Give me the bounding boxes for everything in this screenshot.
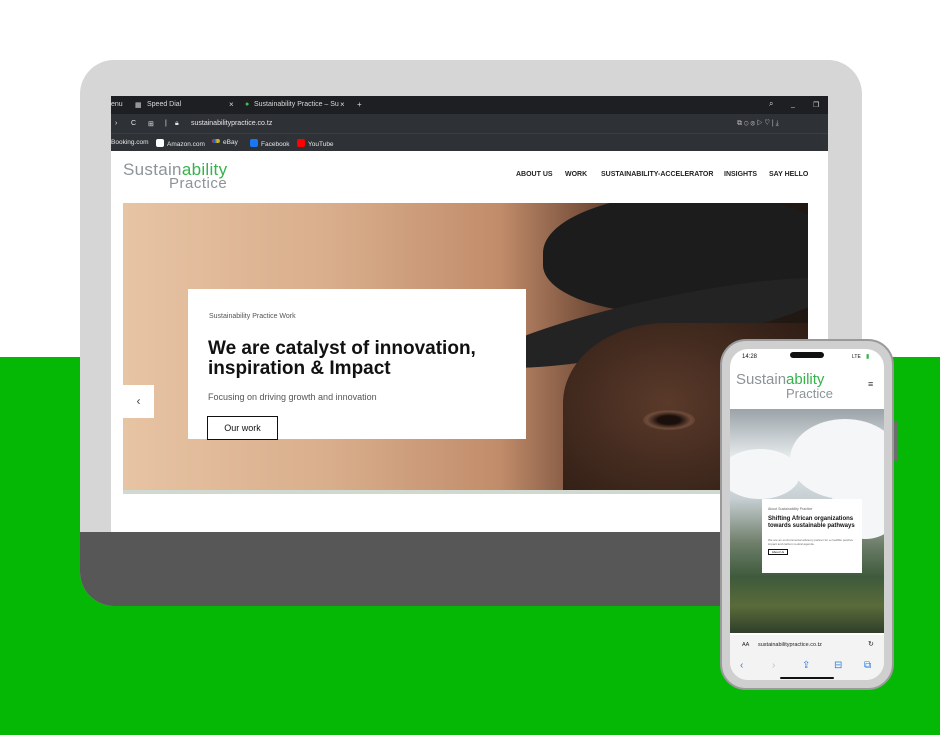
nav-about-us[interactable]: ABOUT US: [516, 171, 553, 178]
our-work-button[interactable]: Our work: [207, 416, 278, 440]
tab-sustainability-practice[interactable]: Sustainability Practice – Su: [254, 101, 339, 108]
tab-speed-dial[interactable]: Speed Dial: [147, 101, 181, 108]
lock-icon: 🔒︎: [175, 120, 179, 127]
phone-signal: LTE: [852, 354, 861, 360]
address-divider: |: [165, 120, 167, 127]
hamburger-menu-icon[interactable]: ≡: [868, 379, 873, 389]
search-icon[interactable]: ⌕: [769, 99, 773, 109]
phone-hero-card: About Sustainability Practice Shifting A…: [762, 499, 862, 573]
active-tab-close-icon[interactable]: ×: [340, 100, 345, 109]
nav-sustainability-accelerator[interactable]: SUSTAINABILITY-ACCELERATOR: [601, 171, 713, 178]
carousel-prev-button[interactable]: ‹: [123, 385, 154, 418]
minimize-icon[interactable]: _: [791, 101, 795, 108]
phone-url-field[interactable]: sustainabilitypractice.co.tz: [758, 642, 822, 648]
bookmark-youtube[interactable]: YouTube: [297, 139, 334, 148]
restore-window-icon[interactable]: ❐: [813, 101, 819, 109]
sustainability-tab-favicon: ●: [245, 101, 250, 108]
phone-tabs-icon[interactable]: ⧉: [864, 660, 871, 671]
phone-card-subtext: We are an environmental advisory partner…: [768, 538, 853, 546]
bookmarks-bar: Booking.com Amazon.com eBay Facebook You…: [111, 133, 828, 151]
phone-back-icon[interactable]: ‹: [740, 660, 743, 671]
phone-side-button: [894, 421, 898, 461]
facebook-icon: [250, 139, 258, 147]
phone-home-indicator: [780, 677, 834, 679]
amazon-icon: [156, 139, 164, 147]
nav-work[interactable]: WORK: [565, 171, 587, 178]
extension-icons[interactable]: ⧉ ⊙ ⊗ ▷ ♡ | ⤓: [737, 120, 779, 128]
forward-icon[interactable]: ›: [115, 120, 117, 127]
phone-card-kicker: About Sustainability Practice: [768, 507, 813, 511]
hero-kicker: Sustainability Practice Work: [209, 313, 296, 320]
phone-notch: [790, 352, 824, 358]
phone-frame: 14:28 LTE ▮ Sustainability Practice ≡ Ab…: [720, 339, 898, 690]
reload-icon[interactable]: C: [131, 120, 136, 127]
phone-share-icon[interactable]: ⇪: [802, 660, 810, 671]
ebay-icon: [212, 139, 220, 143]
bookmark-amazon[interactable]: Amazon.com: [156, 139, 205, 148]
bookmark-booking[interactable]: Booking.com: [111, 139, 149, 146]
bookmark-ebay[interactable]: eBay: [212, 139, 238, 146]
hero-eye-shape: [643, 410, 695, 430]
hero-card: Sustainability Practice Work We are cata…: [188, 289, 526, 440]
text-size-button[interactable]: AA: [742, 642, 749, 648]
nav-insights[interactable]: INSIGHTS: [724, 171, 757, 178]
bookmark-facebook[interactable]: Facebook: [250, 139, 290, 148]
hero-bottom-rule: [123, 490, 808, 494]
nav-say-hello[interactable]: SAY HELLO: [769, 171, 808, 178]
phone-url-bar: AA sustainabilitypractice.co.tz ↻: [730, 635, 884, 655]
phone-site-logo-practice[interactable]: Practice: [786, 386, 833, 401]
speed-dial-icon: ▦: [135, 102, 142, 109]
about-us-button[interactable]: About Us: [768, 549, 788, 555]
hero-headline: We are catalyst of innovation, inspirati…: [208, 338, 476, 379]
browser-tab-bar: enu ▦ Speed Dial × ● Sustainability Prac…: [111, 96, 828, 114]
hero-subtext: Focusing on driving growth and innovatio…: [208, 392, 377, 402]
phone-bookmarks-icon[interactable]: ⊟: [834, 660, 842, 671]
tab-menu[interactable]: enu: [111, 101, 123, 108]
battery-icon: ▮: [866, 354, 870, 360]
tab-close-icon[interactable]: ×: [229, 100, 234, 109]
site-logo-practice[interactable]: Practice: [169, 175, 227, 192]
mockup-stage: enu ▦ Speed Dial × ● Sustainability Prac…: [0, 0, 940, 735]
youtube-icon: [297, 139, 305, 147]
new-tab-button[interactable]: +: [357, 100, 362, 109]
grid-icon[interactable]: ⊞: [148, 120, 154, 128]
phone-status-bar: 14:28 LTE ▮: [730, 349, 884, 365]
phone-hero-image: About Sustainability Practice Shifting A…: [730, 409, 884, 633]
url-field[interactable]: sustainabilitypractice.co.tz: [191, 120, 272, 127]
phone-forward-icon[interactable]: ›: [772, 660, 775, 671]
phone-reload-icon[interactable]: ↻: [868, 640, 874, 648]
phone-card-headline: Shifting African organizations towards s…: [768, 516, 855, 529]
browser-address-bar: › C ⊞ | 🔒︎ sustainabilitypractice.co.tz …: [111, 114, 828, 133]
phone-time: 14:28: [742, 354, 758, 360]
phone-screen: 14:28 LTE ▮ Sustainability Practice ≡ Ab…: [730, 349, 884, 680]
